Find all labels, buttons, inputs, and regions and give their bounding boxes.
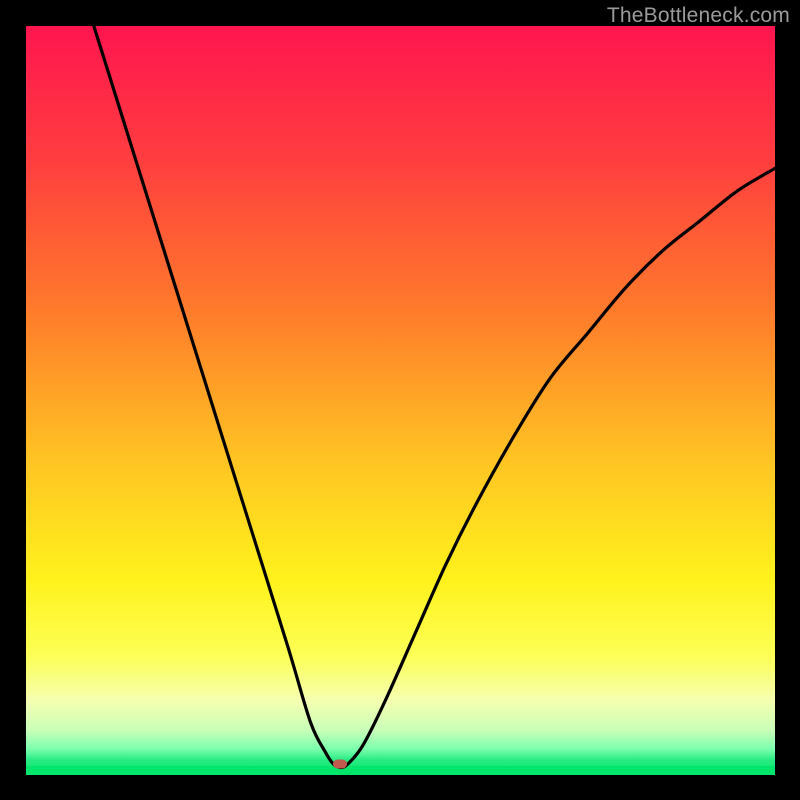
bottleneck-curve [26, 26, 775, 775]
optimal-marker [333, 760, 347, 769]
chart-stage: TheBottleneck.com [0, 0, 800, 800]
watermark-text: TheBottleneck.com [607, 4, 790, 28]
plot-area [26, 26, 775, 775]
